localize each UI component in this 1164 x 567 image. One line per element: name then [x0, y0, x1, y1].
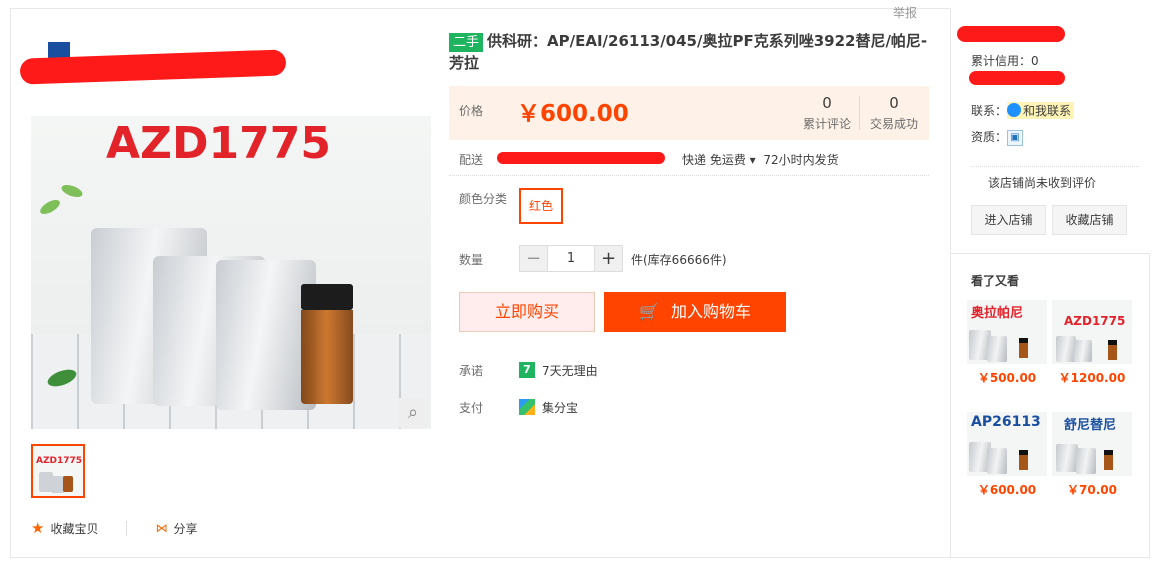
qualification-label: 资质： — [971, 130, 1008, 144]
favorite-item-link[interactable]: 收藏宝贝 — [50, 520, 98, 537]
price-value: ￥600.00 — [517, 101, 629, 127]
recommendations-title: 看了又看 — [971, 274, 1020, 288]
recommendation-card[interactable]: AZD1775 ￥1200.00 — [1052, 300, 1132, 392]
item-actions: ★ 收藏宝贝 ⋈ 分享 — [31, 519, 197, 537]
recommendation-image-label: 舒尼替尼 — [1064, 418, 1117, 433]
redacted-shop-detail — [969, 71, 1065, 85]
credit-label: 累计信用：0 — [971, 54, 1039, 68]
main-image-title: AZD1775 — [106, 118, 331, 169]
reviews-label: 累计评论 — [803, 117, 852, 131]
qualification-row: 资质： ▣ — [971, 128, 1024, 146]
product-title-text: 供科研：AP/EAI/26113/045/奥拉PF克系列唑3922替尼/帕尼-芳… — [449, 32, 928, 72]
contact-button[interactable]: 和我联系 — [1007, 102, 1075, 119]
price-label: 价格 — [459, 104, 484, 118]
reviews-count: 0 — [822, 94, 832, 112]
add-to-cart-button[interactable]: 🛒 加入购物车 — [604, 292, 786, 332]
enter-shop-button[interactable]: 进入店铺 — [971, 205, 1046, 235]
deals-stat: 0 交易成功 — [870, 94, 918, 132]
thumbnail-title: AZD1775 — [36, 456, 83, 466]
recommendation-card[interactable]: 奥拉帕尼 ￥500.00 — [967, 300, 1047, 392]
quantity-stepper: − + — [519, 245, 623, 272]
recommendation-card[interactable]: 舒尼替尼 ￥70.00 — [1052, 412, 1132, 504]
stat-divider — [859, 96, 860, 130]
redacted-shop-owner — [957, 26, 1065, 42]
secondhand-tag: 二手 — [449, 33, 484, 52]
favorite-shop-button[interactable]: 收藏店铺 — [1052, 205, 1127, 235]
decrease-button[interactable]: − — [520, 246, 547, 271]
cart-icon: 🛒 — [639, 302, 659, 321]
chevron-down-icon: ▾ — [749, 153, 756, 167]
stock-info: 件(库存66666件) — [631, 253, 727, 267]
add-to-cart-label: 加入购物车 — [670, 302, 751, 321]
redacted-location — [497, 152, 665, 164]
recommendation-image-label: 奥拉帕尼 — [971, 306, 1024, 321]
delivery-label: 配送 — [459, 153, 484, 167]
deals-count: 0 — [889, 94, 899, 112]
product-thumbnail[interactable]: AZD1775 — [31, 444, 85, 498]
recommendation-price: ￥500.00 — [977, 371, 1037, 385]
recommendation-image-label: AZD1775 — [1064, 314, 1126, 328]
delivery-row: 配送 快递 免运费 ▾ 72小时内发货 — [449, 148, 929, 176]
quantity-label: 数量 — [459, 253, 484, 267]
recommendations-panel: 看了又看 奥拉帕尼 ￥500.00 AZD1775 ￥1200.00 AP261… — [950, 254, 1150, 558]
share-link[interactable]: 分享 — [173, 520, 197, 537]
amber-vial — [301, 284, 353, 404]
color-option-red[interactable]: 红色 — [519, 188, 563, 224]
quantity-input[interactable] — [547, 246, 595, 271]
share-icon: ⋈ — [155, 521, 168, 535]
report-link[interactable]: 举报 — [893, 4, 917, 21]
leaf-decoration — [37, 197, 63, 217]
recommendation-price: ￥70.00 — [1067, 483, 1117, 497]
no-reviews-text: 该店铺尚未收到评价 — [988, 176, 1097, 190]
contact-label: 联系： — [971, 104, 1008, 118]
shop-logo — [19, 40, 290, 85]
recommendation-card[interactable]: AP26113 ￥600.00 — [967, 412, 1047, 504]
promise-value[interactable]: 7天无理由 — [542, 362, 598, 379]
increase-button[interactable]: + — [595, 246, 622, 271]
recommendation-price: ￥1200.00 — [1058, 371, 1126, 385]
zoom-icon[interactable]: ⌕ — [398, 398, 428, 428]
buy-now-button[interactable]: 立即购买 — [459, 292, 595, 332]
action-divider — [126, 520, 128, 536]
qualification-icon[interactable]: ▣ — [1007, 129, 1024, 146]
shop-info: 累计信用：0 联系： 和我联系 资质： ▣ 该店铺尚未收到评价 进入店铺 收藏店铺 — [950, 8, 1150, 254]
price-box: 价格 ￥600.00 0 累计评论 0 交易成功 — [449, 86, 929, 140]
recommendation-image-label: AP26113 — [971, 414, 1041, 430]
contact-row: 联系： 和我联系 — [971, 102, 1075, 119]
payment-label: 支付 — [459, 401, 484, 415]
shipping-method[interactable]: 快递 免运费 ▾ 72小时内发货 — [682, 151, 839, 168]
logo-mark-icon — [48, 42, 70, 58]
star-icon: ★ — [31, 519, 45, 537]
shop-divider — [971, 166, 1139, 167]
seven-day-icon: 7 — [519, 362, 535, 378]
thumbnail-vial — [63, 476, 73, 492]
product-title: 二手 供科研：AP/EAI/26113/045/奥拉PF克系列唑3922替尼/帕尼… — [449, 30, 929, 74]
reviews-stat[interactable]: 0 累计评论 — [803, 94, 851, 132]
deals-label: 交易成功 — [870, 117, 919, 131]
main-product-image[interactable]: AZD1775 — [31, 116, 431, 429]
promise-label: 承诺 — [459, 364, 484, 378]
color-label: 颜色分类 — [459, 192, 508, 206]
jifenbao-icon — [519, 399, 535, 415]
ship-time: 72小时内发货 — [763, 153, 839, 167]
payment-value[interactable]: 集分宝 — [542, 399, 578, 416]
recommendation-price: ￥600.00 — [977, 483, 1037, 497]
shipping-method-text: 快递 免运费 — [682, 153, 746, 167]
leaf-decoration — [59, 182, 85, 200]
